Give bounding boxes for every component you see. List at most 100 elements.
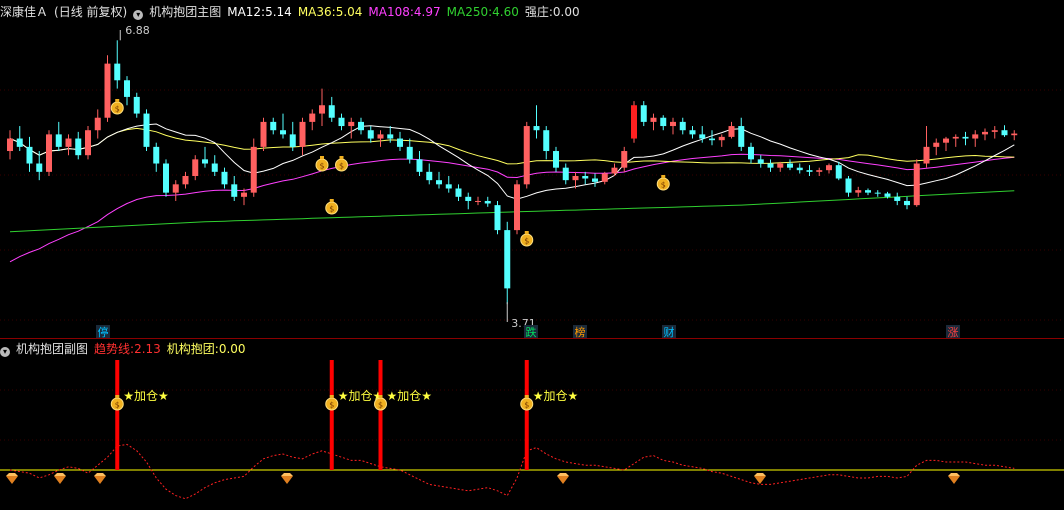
candle	[796, 163, 803, 174]
candle	[182, 171, 189, 189]
candle	[133, 92, 140, 118]
candle	[406, 138, 413, 164]
money-bag-icon: $	[315, 156, 329, 172]
svg-text:$: $	[329, 205, 334, 214]
candle	[835, 161, 842, 181]
candle	[826, 163, 832, 174]
event-tag: 跌	[524, 325, 538, 339]
event-tag: 涨	[946, 325, 960, 339]
svg-text:$: $	[524, 401, 529, 410]
candle	[475, 196, 481, 206]
sub-indicator-menu-icon[interactable]: ▾	[0, 347, 10, 357]
candle	[514, 180, 520, 235]
candle	[143, 109, 150, 152]
candle	[494, 200, 501, 235]
candle	[543, 126, 550, 160]
candle	[319, 88, 325, 127]
candle	[962, 131, 969, 146]
candle	[36, 151, 43, 181]
money-bag-icon: $	[335, 156, 348, 172]
candle	[767, 159, 774, 172]
candle	[1011, 130, 1018, 141]
money-bag-icon: $	[325, 395, 339, 411]
candle	[309, 109, 316, 131]
candle	[231, 176, 238, 201]
candle	[250, 138, 257, 197]
candle	[943, 136, 949, 152]
candle	[738, 117, 745, 152]
candle	[104, 55, 111, 122]
candle	[328, 96, 335, 122]
signal-bar	[115, 360, 120, 470]
svg-text:$: $	[115, 401, 120, 410]
diamond-icon	[948, 476, 960, 484]
candle	[358, 117, 364, 135]
candle	[991, 126, 998, 139]
candle	[455, 184, 462, 201]
svg-text:榜: 榜	[575, 325, 586, 339]
svg-text:财: 财	[664, 325, 675, 339]
candle	[436, 171, 442, 189]
candle	[679, 117, 686, 135]
candle	[221, 167, 228, 189]
candle	[367, 126, 374, 143]
qz-value: 0.00	[552, 5, 580, 19]
svg-text:跌: 跌	[526, 325, 537, 339]
candle	[748, 142, 754, 164]
candle	[611, 163, 618, 176]
candle	[94, 109, 101, 139]
svg-text:$: $	[661, 181, 666, 190]
candle	[562, 163, 569, 185]
candle	[241, 188, 247, 206]
ma108-line	[9, 153, 1015, 263]
trend-label: 趋势线:	[94, 342, 135, 356]
candle	[192, 155, 199, 181]
diamond-icon	[281, 476, 293, 484]
candle	[7, 130, 13, 160]
indicator-menu-icon[interactable]: ▾	[133, 10, 144, 20]
candle	[504, 221, 511, 305]
ma108-label: MA108:	[368, 5, 414, 19]
ma36-line	[9, 127, 1015, 165]
candle	[445, 176, 452, 193]
period-label[interactable]: (日线 前复权)	[54, 5, 127, 19]
candle	[787, 159, 793, 171]
candle	[55, 121, 62, 152]
candle	[592, 173, 598, 187]
candle	[757, 155, 764, 168]
candle	[260, 117, 267, 152]
event-tag: 榜	[573, 325, 587, 339]
ma108-value: 4.97	[413, 5, 441, 19]
stock-chart[interactable]: $$$$$$6.883.71停跌榜财涨$★加仓★$★加仓★$★加仓★$★加仓★	[0, 0, 1064, 510]
sub-indicator-name[interactable]: 机构抱团副图	[16, 342, 88, 356]
add-position-label: ★加仓★	[387, 389, 433, 403]
candle	[582, 171, 589, 185]
money-bag-icon: $	[110, 99, 124, 115]
candle	[348, 117, 355, 139]
event-tag: 停	[96, 325, 110, 339]
jg-value: 0.00	[218, 342, 246, 356]
candle	[65, 134, 72, 156]
diamond-icon	[557, 476, 569, 484]
diamond-icon	[754, 476, 766, 484]
svg-text:$: $	[319, 162, 324, 171]
candle	[172, 180, 179, 201]
candle	[124, 76, 130, 106]
candle	[689, 126, 696, 139]
candle	[670, 117, 676, 135]
ma250-label: MA250:	[446, 5, 493, 19]
ma12-label: MA12:	[227, 5, 266, 19]
stock-name[interactable]: 深康佳Ａ	[0, 5, 48, 19]
signal-bar	[524, 360, 529, 470]
ma36-label: MA36:	[297, 5, 336, 19]
candle	[650, 113, 657, 131]
trend-value: 2.13	[134, 342, 161, 356]
diamond-icon	[94, 476, 106, 484]
add-position-label: ★加仓★	[533, 389, 579, 403]
candle	[933, 138, 940, 156]
candle	[211, 155, 218, 176]
diamond-icon	[6, 476, 18, 484]
candle	[46, 130, 52, 176]
svg-text:$: $	[329, 401, 334, 410]
main-indicator-name[interactable]: 机构抱团主图	[149, 5, 221, 19]
